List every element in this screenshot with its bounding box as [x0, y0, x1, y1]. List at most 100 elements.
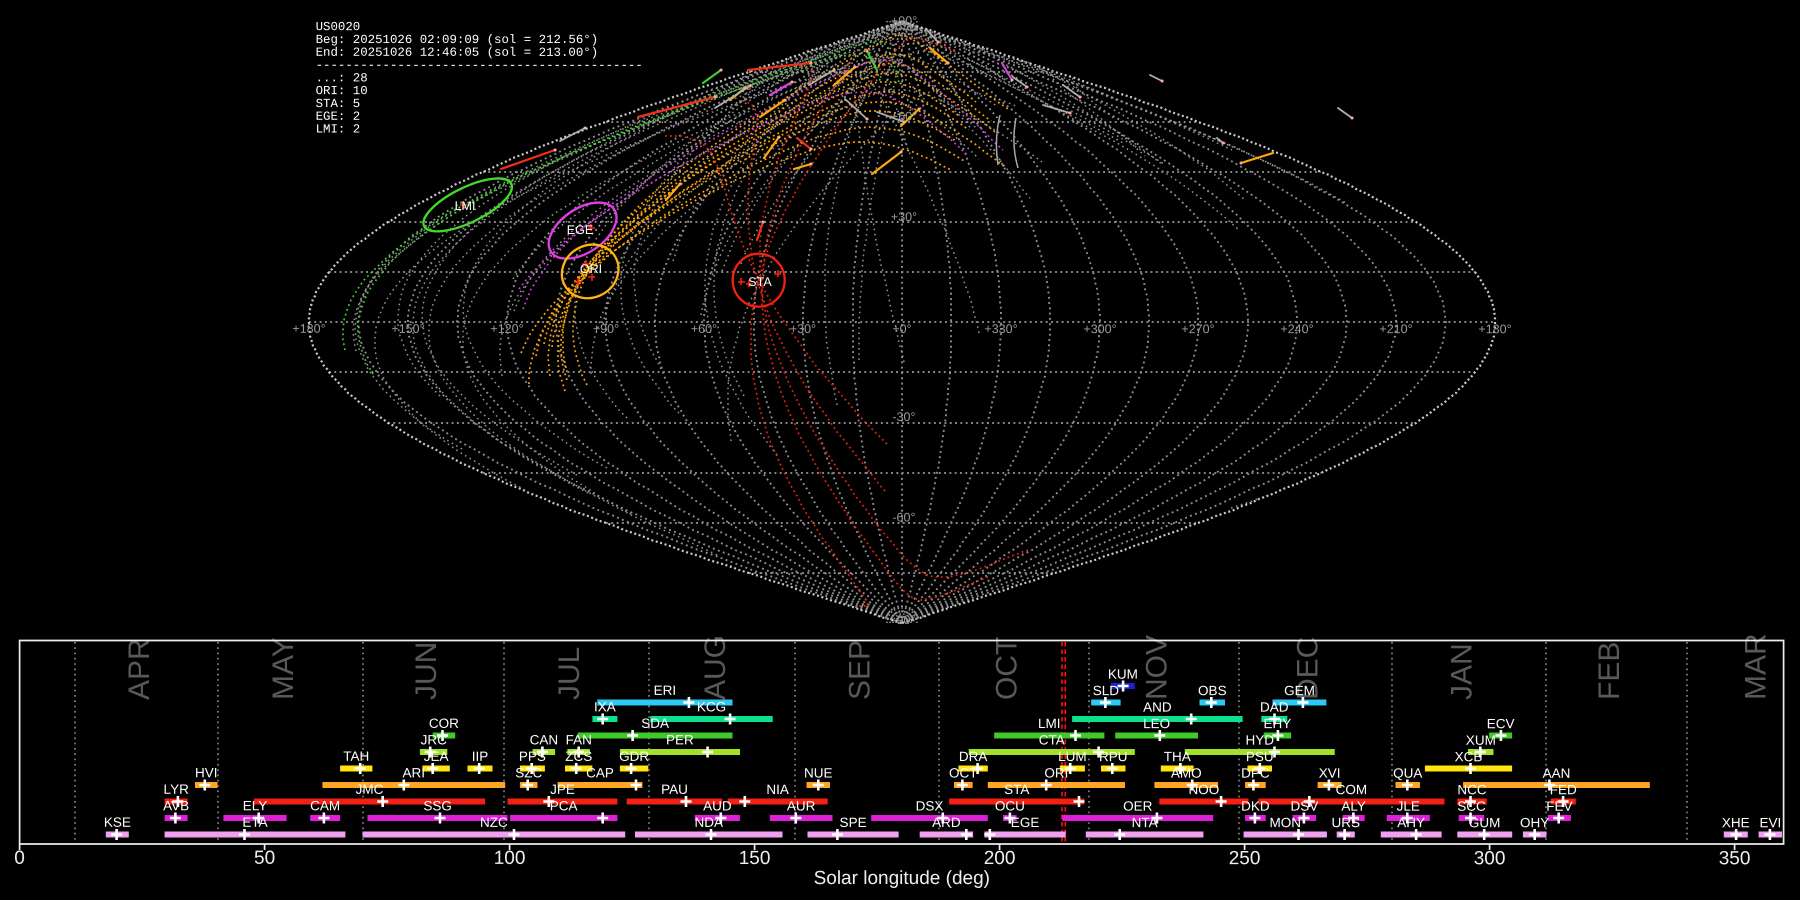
svg-text:350: 350 [1719, 848, 1751, 869]
svg-text:SDA: SDA [641, 716, 669, 731]
svg-text:AAN: AAN [1543, 766, 1571, 781]
svg-text:LYR: LYR [164, 782, 190, 797]
svg-text:KUM: KUM [1108, 667, 1138, 682]
svg-text:+180°: +180° [1478, 322, 1511, 336]
svg-text:NUE: NUE [804, 765, 833, 780]
svg-text:RPU: RPU [1099, 749, 1128, 764]
svg-text:XVI: XVI [1319, 766, 1341, 781]
svg-text:ARD: ARD [932, 815, 961, 830]
svg-text:+120°: +120° [490, 322, 523, 336]
svg-text:MAY: MAY [267, 637, 300, 700]
svg-text:OCT: OCT [991, 637, 1024, 700]
svg-text:ORI: ORI [1044, 766, 1068, 781]
svg-text:EGE: EGE [1011, 815, 1040, 830]
svg-text:JLE: JLE [1397, 799, 1420, 814]
svg-text:DSV: DSV [1291, 799, 1319, 814]
svg-text:THA: THA [1164, 749, 1191, 764]
svg-text:STA: STA [1004, 782, 1029, 797]
svg-text:TAH: TAH [343, 749, 369, 764]
svg-text:KCG: KCG [697, 699, 726, 714]
svg-text:EVI: EVI [1759, 815, 1781, 830]
svg-text:XCB: XCB [1455, 749, 1483, 764]
svg-text:EGE: EGE [567, 223, 593, 237]
svg-text:KSE: KSE [104, 815, 131, 830]
svg-text:COM: COM [1336, 782, 1368, 797]
svg-text:NOO: NOO [1189, 782, 1220, 797]
svg-text:+0°: +0° [892, 322, 911, 336]
svg-text:300: 300 [1474, 848, 1506, 869]
svg-text:QUA: QUA [1393, 766, 1422, 781]
svg-text:ORI: ORI [580, 262, 602, 276]
svg-text:+30°: +30° [891, 210, 917, 224]
svg-text:JMC: JMC [356, 782, 384, 797]
svg-text:LUM: LUM [1058, 749, 1087, 764]
svg-text:+300°: +300° [1083, 322, 1116, 336]
svg-text:DKD: DKD [1241, 799, 1270, 814]
svg-text:NOV: NOV [1141, 635, 1174, 700]
svg-text:HVI: HVI [195, 765, 218, 780]
svg-text:SCC: SCC [1457, 799, 1486, 814]
svg-text:0: 0 [14, 848, 25, 869]
svg-text:FEB: FEB [1593, 642, 1626, 700]
svg-text:MAR: MAR [1739, 633, 1772, 700]
svg-text:APR: APR [123, 638, 156, 700]
svg-text:DSX: DSX [916, 799, 944, 814]
svg-text:+30°: +30° [790, 322, 816, 336]
svg-text:CAM: CAM [310, 798, 340, 813]
svg-text:JUL: JUL [553, 647, 586, 700]
svg-text:XUM: XUM [1466, 733, 1496, 748]
svg-text:DPC: DPC [1241, 766, 1270, 781]
svg-text:AVB: AVB [163, 798, 189, 813]
svg-text:COR: COR [429, 716, 459, 731]
svg-text:PPS: PPS [519, 749, 546, 764]
svg-text:+270°: +270° [1181, 322, 1214, 336]
svg-text:CAN: CAN [530, 732, 559, 747]
svg-text:MON: MON [1270, 815, 1302, 830]
svg-text:200: 200 [984, 848, 1016, 869]
svg-text:SZC: SZC [515, 765, 542, 780]
svg-text:ERI: ERI [654, 683, 677, 698]
svg-text:IXA: IXA [594, 699, 616, 714]
svg-text:GUM: GUM [1469, 815, 1501, 830]
svg-text:JRC: JRC [421, 732, 448, 747]
svg-text:JPE: JPE [550, 782, 575, 797]
svg-text:XHE: XHE [1722, 815, 1750, 830]
svg-text:+180°: +180° [292, 322, 325, 336]
svg-text:+330°: +330° [984, 322, 1017, 336]
svg-text:Solar longitude (deg): Solar longitude (deg) [814, 868, 990, 889]
svg-text:ALY: ALY [1341, 799, 1366, 814]
svg-text:SLD: SLD [1093, 683, 1120, 698]
svg-text:OCT: OCT [949, 766, 978, 781]
svg-text:FAN: FAN [566, 732, 592, 747]
svg-text:AND: AND [1143, 700, 1172, 715]
svg-text:PAU: PAU [661, 782, 688, 797]
svg-text:CAP: CAP [586, 765, 614, 780]
svg-text:50: 50 [254, 848, 275, 869]
svg-text:DAD: DAD [1260, 700, 1289, 715]
svg-text:URS: URS [1332, 815, 1361, 830]
svg-text:+90°: +90° [593, 322, 619, 336]
svg-text:NDA: NDA [695, 815, 724, 830]
svg-text:+90°: +90° [891, 14, 917, 28]
svg-text:250: 250 [1229, 848, 1261, 869]
svg-text:JEA: JEA [424, 749, 449, 764]
svg-text:GDR: GDR [619, 749, 649, 764]
svg-text:AUG: AUG [699, 635, 732, 700]
svg-text:AUD: AUD [703, 798, 732, 813]
svg-text:DRA: DRA [959, 749, 988, 764]
svg-text:+60°: +60° [891, 109, 917, 123]
svg-text:JUN: JUN [410, 642, 443, 700]
svg-text:ZCS: ZCS [565, 749, 592, 764]
svg-text:LMI: LMI [1038, 716, 1061, 731]
svg-text:AHY: AHY [1397, 815, 1425, 830]
svg-text:100: 100 [494, 848, 526, 869]
svg-text:OER: OER [1123, 799, 1153, 814]
svg-text:OHY: OHY [1520, 815, 1549, 830]
svg-text:+60°: +60° [691, 322, 717, 336]
svg-text:SPE: SPE [840, 815, 867, 830]
svg-text:NIA: NIA [766, 782, 789, 797]
svg-text:STA: STA [748, 275, 772, 289]
svg-text:-30°: -30° [892, 410, 915, 424]
svg-text:150: 150 [739, 848, 771, 869]
svg-text:HYD: HYD [1246, 733, 1275, 748]
